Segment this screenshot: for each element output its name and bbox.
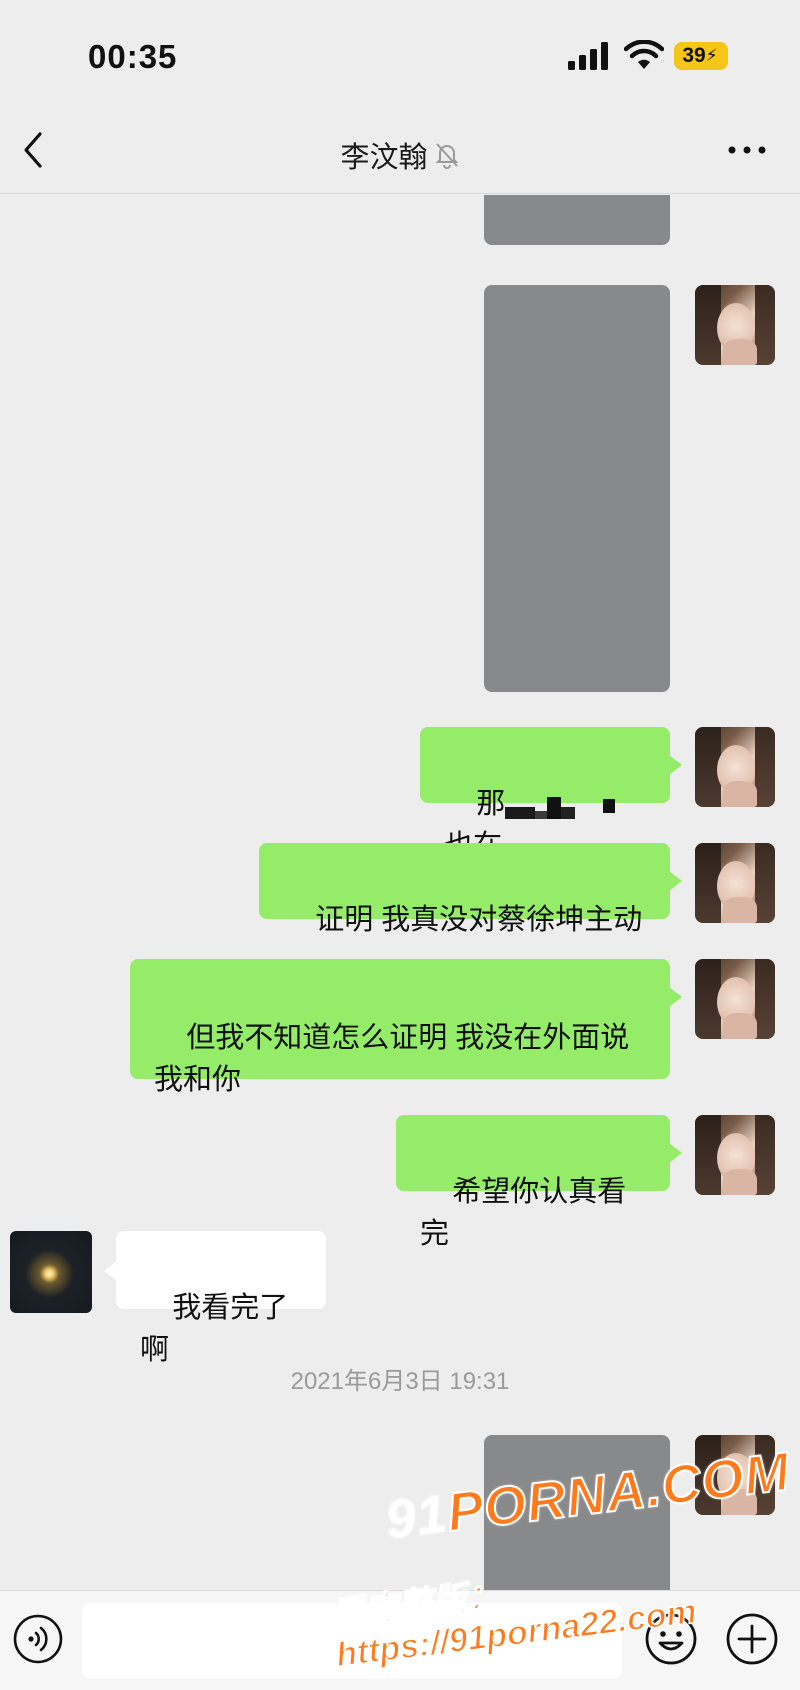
message-timestamp: 2021年6月3日 19:31 <box>290 1368 510 1395</box>
message-text: 希望你认真看完 <box>420 1176 627 1250</box>
avatar[interactable] <box>695 959 775 1039</box>
message-text: 证明 我真没对蔡徐坤主动 <box>315 904 643 936</box>
chat-header: 李汶翰 <box>0 110 800 194</box>
image-message[interactable] <box>484 285 670 692</box>
wifi-icon <box>624 40 664 69</box>
contact-avatar[interactable] <box>10 1231 92 1313</box>
status-bar: 00:35 39 ⚡ <box>0 0 800 110</box>
battery-level: 39 <box>682 44 706 67</box>
battery-indicator: 39 ⚡ <box>674 42 728 70</box>
avatar[interactable] <box>695 285 775 365</box>
chat-title-wrapper: 李汶翰 <box>0 134 800 176</box>
message-text: 但我不知道怎么证明 我没在外面说 我和你 <box>154 1022 630 1096</box>
message-text-start: 那 <box>476 788 506 820</box>
message-bubble[interactable]: 我看完了啊 <box>104 1231 326 1366</box>
image-message[interactable] <box>484 195 670 245</box>
message-bubble[interactable]: 但我不知道怎么证明 我没在外面说 我和你 <box>130 959 682 1096</box>
message-bubble[interactable]: 证明 我真没对蔡徐坤主动 <box>259 843 682 936</box>
message-bubble[interactable]: 希望你认真看完 <box>396 1115 682 1250</box>
mute-bell-icon <box>435 143 458 169</box>
watermark-logo-prefix: 91 <box>382 1483 452 1551</box>
status-time: 00:35 <box>88 38 178 75</box>
chat-title: 李汶翰 <box>340 142 428 174</box>
voice-icon[interactable] <box>12 1613 64 1665</box>
avatar[interactable] <box>695 843 775 923</box>
cellular-signal-icon <box>568 42 608 70</box>
avatar[interactable] <box>695 727 775 807</box>
message-bubble[interactable]: 那 也在 <box>420 727 682 862</box>
more-icon[interactable] <box>726 140 768 160</box>
charging-bolt-icon: ⚡ <box>705 46 718 65</box>
chat-messages[interactable]: 那 也在 证明 我真没对蔡徐坤主动 但我不知道怎么证明 我没在外面说 我和你 希… <box>0 195 800 1590</box>
avatar[interactable] <box>695 1115 775 1195</box>
message-text: 我看完了啊 <box>140 1292 289 1366</box>
mosaic-censor <box>505 797 616 820</box>
